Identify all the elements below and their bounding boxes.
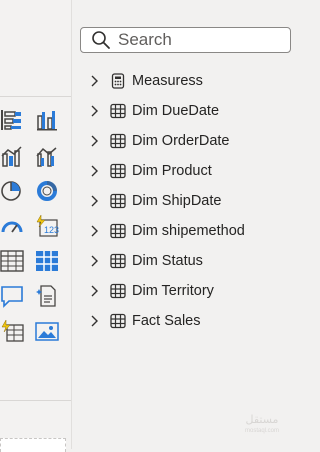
pie-chart-icon[interactable]	[0, 179, 24, 203]
filter-well[interactable]	[0, 438, 66, 452]
field-table-label: Measuress	[132, 73, 203, 89]
matrix-icon[interactable]	[35, 249, 59, 273]
search-input[interactable]	[118, 30, 268, 50]
expand-chevron[interactable]	[90, 254, 100, 268]
table-icon	[110, 223, 126, 239]
table-icon	[110, 133, 126, 149]
field-table-item[interactable]: Dim ShipDate	[90, 190, 290, 212]
table-icon	[110, 163, 126, 179]
smart-narrative-icon[interactable]	[35, 284, 59, 308]
field-table-item[interactable]: Measuress	[90, 70, 290, 92]
field-table-label: Dim Status	[132, 253, 203, 269]
chevron-right-icon[interactable]	[90, 74, 100, 88]
field-table-item[interactable]: Dim Product	[90, 160, 290, 182]
svg-text:123: 123	[44, 225, 59, 235]
chevron-right-icon[interactable]	[90, 164, 100, 178]
donut-chart-icon[interactable]	[35, 179, 59, 203]
clustered-column-chart-icon[interactable]	[35, 108, 59, 132]
watermark-url: mostaql.com	[244, 428, 279, 434]
chevron-right-icon[interactable]	[90, 314, 100, 328]
calculator-icon	[111, 73, 125, 89]
more-options-icon[interactable]: ···	[2, 0, 15, 5]
table-icon	[110, 193, 126, 209]
watermark-text: مستقل	[245, 414, 279, 426]
field-table-label: Dim Product	[132, 163, 212, 179]
chevron-right-icon[interactable]	[90, 284, 100, 298]
table-icon	[110, 313, 126, 329]
expand-chevron[interactable]	[90, 314, 100, 328]
field-table-item[interactable]: Dim Status	[90, 250, 290, 272]
field-table-item[interactable]: Dim Territory	[90, 280, 290, 302]
field-table-item[interactable]: Dim DueDate	[90, 100, 290, 122]
line-and-stacked-column-icon[interactable]	[0, 144, 24, 168]
chevron-right-icon[interactable]	[90, 194, 100, 208]
field-table-label: Dim DueDate	[132, 103, 220, 119]
chevron-right-icon[interactable]	[90, 104, 100, 118]
paginated-report-icon[interactable]	[0, 319, 24, 343]
field-table-label: Fact Sales	[132, 313, 201, 329]
table-icon	[110, 283, 126, 299]
table-icon	[110, 103, 126, 119]
line-and-clustered-column-icon[interactable]	[35, 144, 59, 168]
expand-chevron[interactable]	[90, 104, 100, 118]
image-icon[interactable]	[35, 319, 59, 343]
field-table-item[interactable]: Fact Sales	[90, 310, 290, 332]
watermark: مستقل mostaql.com	[245, 415, 279, 437]
stacked-bar-chart-icon[interactable]	[0, 108, 24, 132]
chevron-right-icon[interactable]	[90, 224, 100, 238]
visualizations-pane: ··· 123	[0, 0, 72, 452]
expand-chevron[interactable]	[90, 284, 100, 298]
expand-chevron[interactable]	[90, 74, 100, 88]
search-icon	[92, 31, 110, 49]
field-table-label: Dim Territory	[132, 283, 214, 299]
search-box[interactable]	[80, 27, 291, 53]
field-table-label: Dim ShipDate	[132, 193, 222, 209]
chevron-right-icon[interactable]	[90, 254, 100, 268]
gauge-icon[interactable]	[0, 214, 24, 238]
expand-chevron[interactable]	[90, 164, 100, 178]
data-fields-pane: ·· Measuress Dim DueDate Dim OrderDate Dim …	[72, 0, 297, 449]
expand-chevron[interactable]	[90, 134, 100, 148]
expand-chevron[interactable]	[90, 194, 100, 208]
table-visual-icon[interactable]	[0, 249, 24, 273]
more-options-icon[interactable]: ··	[272, 0, 281, 5]
field-table-label: Dim shipemethod	[132, 223, 245, 239]
chevron-right-icon[interactable]	[90, 134, 100, 148]
field-table-item[interactable]: Dim OrderDate	[90, 130, 290, 152]
qa-icon[interactable]	[0, 284, 24, 308]
table-icon	[110, 253, 126, 269]
card-icon[interactable]: 123	[35, 214, 59, 238]
expand-chevron[interactable]	[90, 224, 100, 238]
field-table-label: Dim OrderDate	[132, 133, 230, 149]
field-table-item[interactable]: Dim shipemethod	[90, 220, 290, 242]
